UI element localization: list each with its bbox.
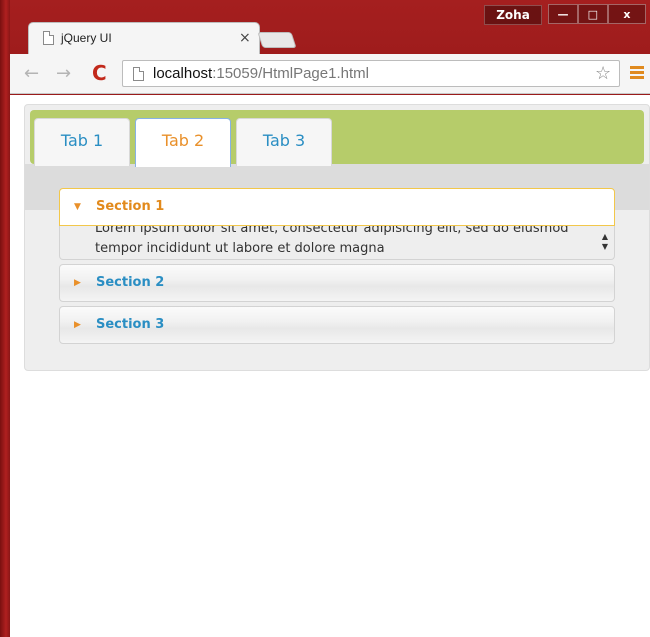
minimize-button[interactable]: — xyxy=(548,4,578,24)
browser-tab-strip: jQuery UI × xyxy=(10,22,650,54)
menu-icon[interactable] xyxy=(630,66,644,80)
tabs-nav: Tab 1 Tab 2 Tab 3 xyxy=(30,110,644,167)
accordion-header-section-3[interactable]: ▶ Section 3 xyxy=(59,306,615,344)
browser-toolbar: ← → C localhost:15059/HtmlPage1.html ☆ xyxy=(10,54,650,94)
triangle-right-icon: ▶ xyxy=(74,320,81,330)
url-path: :15059/HtmlPage1.html xyxy=(212,65,369,82)
accordion-header-section-1[interactable]: ▼ Section 1 xyxy=(59,188,615,226)
accordion-header-section-2[interactable]: ▶ Section 2 xyxy=(59,264,615,302)
window-left-edge xyxy=(0,0,10,637)
accordion-header-label: Section 3 xyxy=(96,317,165,332)
page-viewport: Tab 1 Tab 2 Tab 3 ▼ Section 1 Lorem ipsu… xyxy=(10,95,650,637)
url-text[interactable]: localhost:15059/HtmlPage1.html xyxy=(153,65,369,82)
address-bar[interactable]: localhost:15059/HtmlPage1.html ☆ xyxy=(122,60,620,87)
tab-3[interactable]: Tab 3 xyxy=(236,118,332,166)
new-tab-button[interactable] xyxy=(257,32,297,48)
reload-icon[interactable]: C xyxy=(92,61,107,85)
forward-arrow-icon[interactable]: → xyxy=(56,63,71,84)
triangle-right-icon: ▶ xyxy=(74,278,81,288)
page-info-icon[interactable] xyxy=(133,67,144,81)
close-tab-icon[interactable]: × xyxy=(239,30,251,46)
accordion-panel-section-1[interactable]: Lorem ipsum dolor sit amet, consectetur … xyxy=(59,226,615,260)
accordion-header-label: Section 2 xyxy=(96,275,165,290)
back-arrow-icon[interactable]: ← xyxy=(24,63,39,84)
browser-tab-title: jQuery UI xyxy=(61,31,112,45)
accordion-panel-text: Lorem ipsum dolor sit amet, consectetur … xyxy=(95,226,569,256)
url-host: localhost xyxy=(153,65,213,82)
accordion: ▼ Section 1 Lorem ipsum dolor sit amet, … xyxy=(59,188,615,344)
tab-1[interactable]: Tab 1 xyxy=(34,118,130,166)
browser-tab[interactable]: jQuery UI × xyxy=(28,22,260,54)
accordion-header-label: Section 1 xyxy=(96,199,165,214)
bookmark-star-icon[interactable]: ☆ xyxy=(595,63,611,84)
tabs-widget: Tab 1 Tab 2 Tab 3 ▼ Section 1 Lorem ipsu… xyxy=(24,104,650,371)
tab-2[interactable]: Tab 2 xyxy=(135,118,231,167)
scroll-arrows-icon[interactable]: ▲ ▼ xyxy=(602,232,608,252)
window-controls: — □ x xyxy=(548,4,646,24)
close-window-button[interactable]: x xyxy=(607,4,646,24)
page-icon xyxy=(43,31,54,45)
maximize-button[interactable]: □ xyxy=(577,4,608,24)
triangle-down-icon: ▼ xyxy=(74,202,81,212)
